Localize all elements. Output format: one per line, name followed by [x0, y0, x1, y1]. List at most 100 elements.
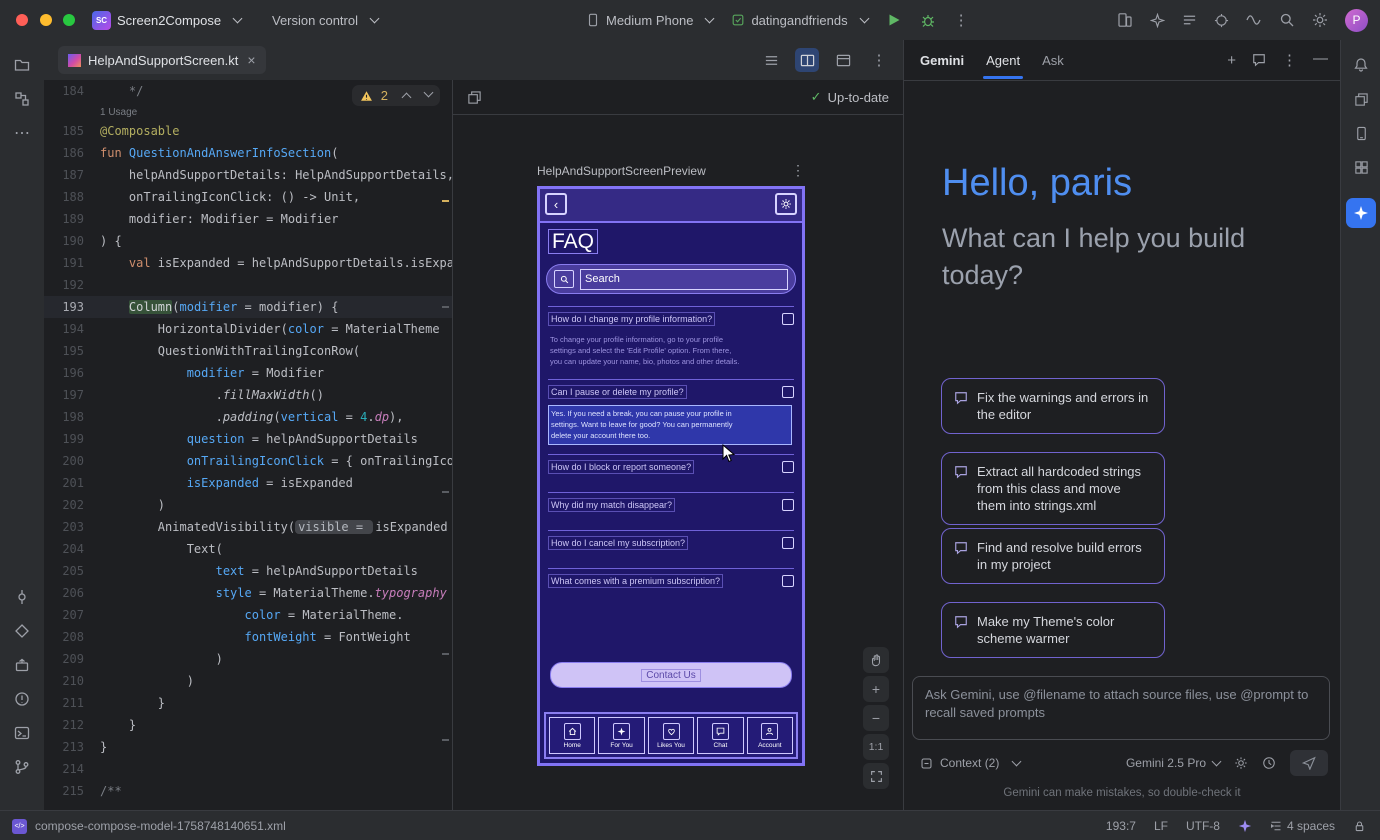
device-selector[interactable]: Medium Phone — [586, 0, 713, 40]
studio-bot-icon[interactable] — [1150, 13, 1165, 28]
editor-tab-active[interactable]: HelpAndSupportScreen.kt × — [58, 46, 266, 74]
user-avatar[interactable]: P — [1345, 9, 1368, 32]
panel-options-icon[interactable]: ⋮ — [1282, 51, 1297, 69]
layout-inspector-tool-icon[interactable] — [1341, 82, 1380, 116]
faq-expand-icon[interactable] — [782, 575, 794, 587]
new-chat-icon[interactable]: + — [1227, 52, 1236, 69]
commit-tool-icon[interactable] — [0, 580, 44, 614]
nav-item-chat[interactable]: Chat — [697, 717, 743, 754]
gemini-status-spark-icon[interactable] — [1238, 819, 1252, 833]
code-line[interactable]: 206 style = MaterialTheme.typography — [44, 582, 452, 604]
code-line[interactable]: 208 fontWeight = FontWeight — [44, 626, 452, 648]
device-mirror-icon[interactable] — [1117, 12, 1133, 28]
faq-expand-icon[interactable] — [782, 499, 794, 511]
back-button[interactable]: ‹ — [545, 193, 567, 215]
code-line[interactable]: 187 helpAndSupportDetails: HelpAndSuppor… — [44, 164, 452, 186]
code-line[interactable]: 188 onTrailingIconClick: () -> Unit, — [44, 186, 452, 208]
tab-ask[interactable]: Ask — [1042, 53, 1064, 68]
minimize-window-button[interactable] — [40, 14, 52, 26]
code-line[interactable]: 200 onTrailingIconClick = { onTrailingIc… — [44, 450, 452, 472]
error-stripe-mark[interactable] — [442, 306, 449, 308]
project-selector[interactable]: SC Screen2Compose — [92, 0, 241, 40]
code-line[interactable]: 211 } — [44, 692, 452, 714]
close-tab-icon[interactable]: × — [247, 52, 255, 68]
code-line[interactable]: 194 HorizontalDivider(color = MaterialTh… — [44, 318, 452, 340]
code-line[interactable]: 210 ) — [44, 670, 452, 692]
phone-preview[interactable]: ‹ FAQ Search How do I change my profile … — [537, 186, 805, 766]
zoom-out-button[interactable]: − — [863, 705, 889, 731]
phone-search-bar[interactable]: Search — [546, 264, 796, 294]
context-selector[interactable]: Context (2) — [940, 756, 999, 770]
app-inspection-icon[interactable] — [1214, 13, 1229, 28]
structure-tool-icon[interactable] — [0, 82, 44, 116]
debug-button[interactable] — [920, 12, 936, 28]
project-tool-icon[interactable] — [0, 48, 44, 82]
design-view-icon[interactable] — [831, 48, 855, 72]
preview-options-icon[interactable]: ⋮ — [791, 162, 805, 179]
readonly-lock-icon[interactable] — [1353, 820, 1366, 833]
zoom-in-button[interactable]: + — [863, 676, 889, 702]
close-window-button[interactable] — [16, 14, 28, 26]
suggestion-card[interactable]: Find and resolve build errors in my proj… — [941, 528, 1165, 584]
window-controls[interactable] — [16, 14, 83, 29]
notifications-bell-icon[interactable] — [1341, 48, 1380, 82]
code-line[interactable]: 191 val isExpanded = helpAndSupportDetai… — [44, 252, 452, 274]
version-control-tool-icon[interactable] — [0, 750, 44, 784]
faq-expand-icon[interactable] — [782, 386, 794, 398]
suggestion-card[interactable]: Extract all hardcoded strings from this … — [941, 452, 1165, 525]
device-manager-tool-icon[interactable] — [1341, 116, 1380, 150]
code-view-icon[interactable] — [759, 48, 783, 72]
faq-item[interactable]: What comes with a premium subscription? — [548, 568, 794, 606]
code-line[interactable]: 201 isExpanded = isExpanded — [44, 472, 452, 494]
code-line[interactable]: 193 Column(modifier = modifier) { — [44, 296, 452, 318]
code-line[interactable]: 195 QuestionWithTrailingIconRow( — [44, 340, 452, 362]
faq-item[interactable]: How do I block or report someone? — [548, 454, 794, 492]
suggestion-card[interactable]: Make my Theme's color scheme warmer — [941, 602, 1165, 658]
nav-item-likes-you[interactable]: Likes You — [648, 717, 694, 754]
code-line[interactable]: 189 modifier: Modifier = Modifier — [44, 208, 452, 230]
services-tool-icon[interactable] — [0, 614, 44, 648]
caret-position[interactable]: 193:7 — [1106, 819, 1136, 833]
statusbar-filename[interactable]: compose-compose-model-1758748140651.xml — [35, 819, 286, 833]
faq-expand-icon[interactable] — [782, 461, 794, 473]
code-line[interactable]: 192 — [44, 274, 452, 296]
profiler-icon[interactable] — [1246, 12, 1262, 28]
gemini-settings-icon[interactable] — [1234, 756, 1248, 770]
search-icon[interactable] — [1279, 12, 1295, 28]
settings-gear-button[interactable] — [775, 193, 797, 215]
preview-sync-status[interactable]: ✓ Up-to-date — [811, 89, 889, 105]
error-stripe-mark[interactable] — [442, 653, 449, 655]
build-tool-icon[interactable] — [0, 648, 44, 682]
resource-manager-tool-icon[interactable] — [1341, 150, 1380, 184]
nav-item-home[interactable]: Home — [549, 717, 595, 754]
line-separator[interactable]: LF — [1154, 819, 1168, 833]
zoom-actual-size-button[interactable]: 1:1 — [863, 734, 889, 760]
prompt-history-icon[interactable] — [1262, 756, 1276, 770]
vcs-widget[interactable]: Version control — [272, 0, 378, 40]
code-line[interactable]: 215/** — [44, 780, 452, 802]
faq-item[interactable]: Why did my match disappear? — [548, 492, 794, 530]
settings-gear-icon[interactable] — [1312, 12, 1328, 28]
search-field[interactable]: Search — [580, 269, 788, 290]
more-tool-windows-icon[interactable]: ⋯ — [0, 116, 44, 150]
error-stripe-mark[interactable] — [442, 739, 449, 741]
preview-name[interactable]: HelpAndSupportScreenPreview — [537, 164, 706, 178]
next-problem-icon[interactable] — [424, 88, 434, 98]
inspections-widget[interactable]: 2 — [352, 85, 440, 106]
code-line[interactable]: 212 } — [44, 714, 452, 736]
faq-expand-icon[interactable] — [782, 313, 794, 325]
code-line[interactable]: 205 text = helpAndSupportDetails — [44, 560, 452, 582]
code-line[interactable]: 207 color = MaterialTheme. — [44, 604, 452, 626]
run-button[interactable] — [886, 12, 902, 28]
error-stripe-mark[interactable] — [442, 491, 449, 493]
preview-canvas[interactable]: HelpAndSupportScreenPreview ⋮ ‹ FAQ Sear… — [453, 115, 903, 810]
code-line[interactable]: 199 question = helpAndSupportDetails — [44, 428, 452, 450]
code-line[interactable]: 197 .fillMaxWidth() — [44, 384, 452, 406]
faq-item[interactable]: How do I cancel my subscription? — [548, 530, 794, 568]
nav-item-account[interactable]: Account — [747, 717, 793, 754]
file-encoding[interactable]: UTF-8 — [1186, 819, 1220, 833]
faq-item[interactable]: How do I change my profile information?T… — [548, 306, 794, 379]
terminal-tool-icon[interactable] — [0, 716, 44, 750]
zoom-to-fit-icon[interactable] — [863, 763, 889, 789]
editor-options-icon[interactable]: ⋮ — [867, 48, 891, 72]
